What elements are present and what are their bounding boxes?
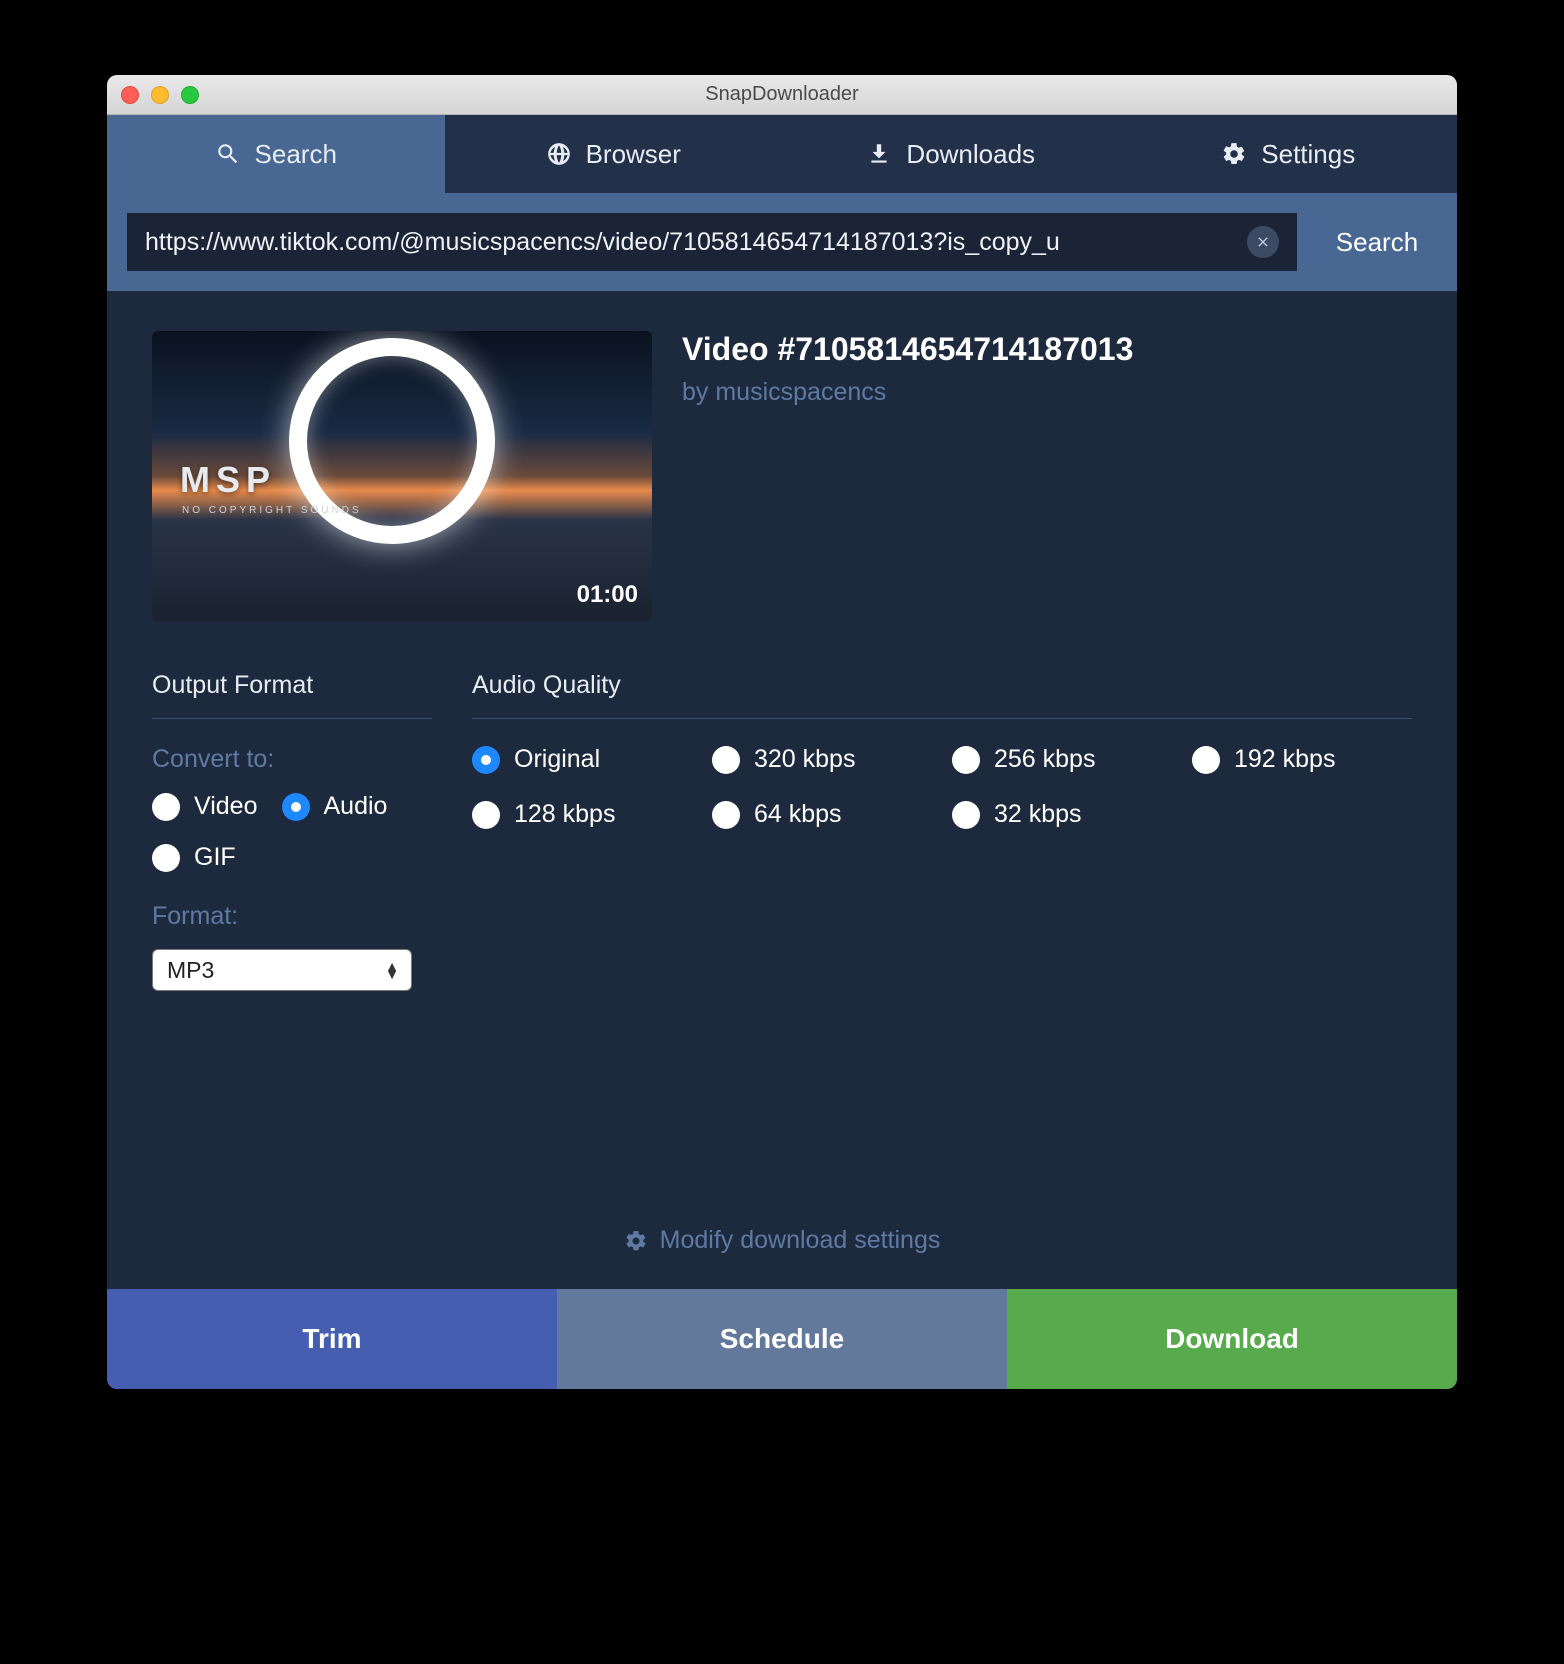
radio-circle [472, 746, 500, 774]
format-label: Format: [152, 902, 432, 931]
minimize-window-button[interactable] [151, 86, 169, 104]
close-icon [1255, 234, 1271, 250]
video-thumbnail[interactable]: MSP NO COPYRIGHT SOUNDS 01:00 [152, 331, 652, 621]
format-value: MP3 [167, 957, 214, 984]
video-metadata: Video #7105814654714187013 by musicspace… [682, 331, 1133, 621]
gear-icon [1221, 141, 1247, 167]
download-icon [866, 141, 892, 167]
tab-label: Downloads [906, 139, 1035, 170]
gear-icon [624, 1229, 648, 1253]
video-duration: 01:00 [577, 581, 638, 609]
thumbnail-subtext: NO COPYRIGHT SOUNDS [182, 505, 362, 516]
video-info-row: MSP NO COPYRIGHT SOUNDS 01:00 Video #710… [152, 331, 1412, 621]
radio-circle [712, 746, 740, 774]
tab-settings[interactable]: Settings [1120, 115, 1458, 193]
format-row: Output Format Convert to: Video Audio GI… [152, 671, 1412, 991]
search-icon [215, 141, 241, 167]
radio-audio[interactable]: Audio [282, 792, 388, 821]
thumbnail-logo: MSP [180, 459, 276, 501]
tab-label: Settings [1261, 139, 1355, 170]
audio-quality-heading: Audio Quality [472, 671, 1412, 719]
schedule-button[interactable]: Schedule [557, 1289, 1007, 1389]
titlebar: SnapDownloader [107, 75, 1457, 115]
modify-settings-button[interactable]: Modify download settings [152, 1196, 1412, 1289]
clear-input-button[interactable] [1247, 226, 1279, 258]
video-title: Video #7105814654714187013 [682, 331, 1133, 368]
radio-quality-option[interactable]: 192 kbps [1192, 745, 1412, 774]
main-tabs: Search Browser Downloads Settings [107, 115, 1457, 193]
radio-label: 192 kbps [1234, 745, 1335, 774]
quality-options: Original 320 kbps 256 kbps 192 kbps 128 kbps… [472, 745, 1412, 829]
chevron-updown-icon: ▲▼ [385, 962, 399, 978]
radio-quality-option[interactable]: 128 kbps [472, 800, 692, 829]
radio-circle [952, 801, 980, 829]
radio-circle [1192, 746, 1220, 774]
radio-video[interactable]: Video [152, 792, 258, 821]
radio-circle [712, 801, 740, 829]
radio-circle [152, 844, 180, 872]
download-button[interactable]: Download [1007, 1289, 1457, 1389]
radio-quality-option[interactable]: 256 kbps [952, 745, 1172, 774]
app-window: SnapDownloader Search Browser Downloads … [107, 75, 1457, 1389]
tab-downloads[interactable]: Downloads [782, 115, 1120, 193]
content-area: MSP NO COPYRIGHT SOUNDS 01:00 Video #710… [107, 291, 1457, 1289]
searchbar-area: Search [107, 193, 1457, 291]
radio-label: GIF [194, 843, 236, 872]
url-input[interactable] [145, 228, 1235, 257]
radio-circle [472, 801, 500, 829]
modify-settings-label: Modify download settings [660, 1226, 941, 1255]
maximize-window-button[interactable] [181, 86, 199, 104]
radio-label: Original [514, 745, 600, 774]
traffic-lights [121, 86, 199, 104]
tab-label: Search [255, 139, 337, 170]
output-format-heading: Output Format [152, 671, 432, 719]
radio-label: 64 kbps [754, 800, 842, 829]
window-title: SnapDownloader [705, 83, 858, 106]
url-input-container [127, 213, 1297, 271]
tab-search[interactable]: Search [107, 115, 445, 193]
radio-circle [952, 746, 980, 774]
audio-quality-column: Audio Quality Original 320 kbps 256 kbps 19… [472, 671, 1412, 991]
convert-to-label: Convert to: [152, 745, 432, 774]
video-author: by musicspacencs [682, 378, 1133, 407]
radio-quality-option[interactable]: Original [472, 745, 692, 774]
radio-gif[interactable]: GIF [152, 843, 236, 872]
tab-label: Browser [586, 139, 681, 170]
convert-options: Video Audio GIF [152, 792, 432, 872]
radio-label: 128 kbps [514, 800, 615, 829]
radio-label: Video [194, 792, 258, 821]
globe-icon [546, 141, 572, 167]
search-button[interactable]: Search [1297, 213, 1457, 271]
radio-circle [152, 793, 180, 821]
radio-quality-option[interactable]: 64 kbps [712, 800, 932, 829]
close-window-button[interactable] [121, 86, 139, 104]
radio-quality-option[interactable]: 32 kbps [952, 800, 1172, 829]
radio-quality-option[interactable]: 320 kbps [712, 745, 932, 774]
radio-label: 32 kbps [994, 800, 1082, 829]
tab-browser[interactable]: Browser [445, 115, 783, 193]
radio-circle [282, 793, 310, 821]
radio-label: 256 kbps [994, 745, 1095, 774]
output-format-column: Output Format Convert to: Video Audio GI… [152, 671, 432, 991]
format-select[interactable]: MP3 ▲▼ [152, 949, 412, 991]
footer-actions: Trim Schedule Download [107, 1289, 1457, 1389]
radio-label: Audio [324, 792, 388, 821]
radio-label: 320 kbps [754, 745, 855, 774]
trim-button[interactable]: Trim [107, 1289, 557, 1389]
